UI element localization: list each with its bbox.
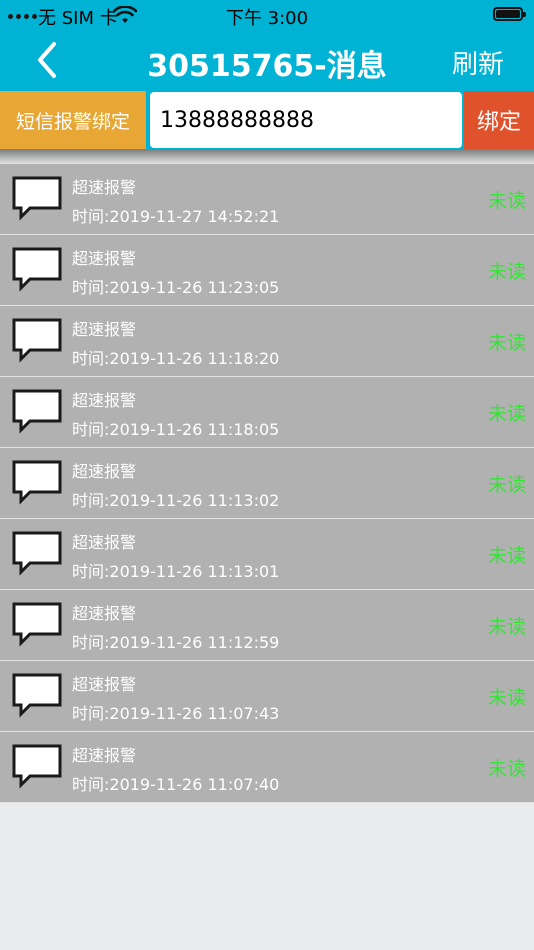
message-type: 超速报警 [72, 249, 137, 268]
message-row[interactable]: 超速报警时间:2019-11-26 11:18:05 未读 [0, 377, 534, 448]
status-time: 下午 3:00 [225, 8, 309, 29]
phone-number-input[interactable] [150, 92, 462, 148]
speech-bubble-icon [12, 673, 62, 718]
read-status-badge: 未读 [487, 687, 526, 709]
message-row[interactable]: 超速报警时间:2019-11-27 14:52:21 未读 [0, 164, 534, 235]
speech-bubble-icon [12, 318, 62, 363]
message-type: 超速报警 [72, 391, 137, 410]
battery-icon [493, 7, 526, 21]
message-type: 超速报警 [72, 462, 137, 481]
speech-bubble-icon [12, 176, 62, 221]
message-time: 时间:2019-11-26 11:13:02 [72, 491, 280, 510]
message-list: 超速报警 时间:2019-11-27 14:52:21 未读 超速报警 时间:2019-… [0, 164, 534, 803]
speech-bubble-icon [12, 744, 62, 789]
sms-bind-bar: 短信报警绑定 绑定 [0, 91, 534, 149]
message-type: 超速报警 [72, 178, 137, 197]
message-time: 时间:2019-11-26 11:18:05 [72, 420, 280, 439]
message-row[interactable]: 超速报警时间:2019-11-26 11:13:01 未读 [0, 519, 534, 590]
message-row[interactable]: 超速报警时间:2019-11-26 11:12:59 未读 [0, 590, 534, 661]
read-status-badge: 未读 [487, 545, 526, 567]
message-type: 超速报警 [72, 675, 137, 694]
message-row[interactable]: 超速报警时间:2019-11-26 11:07:43 未读 [0, 661, 534, 732]
message-type: 超速报警 [72, 604, 137, 623]
speech-bubble-icon [12, 460, 62, 505]
read-status-badge: 未读 [487, 261, 526, 283]
speech-bubble-icon [12, 531, 62, 576]
read-status-badge: 未读 [487, 190, 526, 212]
read-status-badge: 未读 [487, 474, 526, 496]
message-time: 时间:2019-11-26 11:07:40 [72, 775, 280, 794]
read-status-badge: 未读 [487, 758, 526, 780]
message-type: 超速报警 [72, 746, 137, 765]
speech-bubble-icon [12, 602, 62, 647]
sms-bind-label: 短信报警绑定 [0, 91, 146, 149]
message-time: 时间:2019-11-26 11:18:20 [72, 349, 280, 368]
message-time: 时间:2019-11-26 11:12:59 [72, 633, 280, 652]
message-time: 时间:2019-11-26 11:23:05 [72, 278, 280, 297]
message-type: 超速报警 [72, 533, 137, 552]
message-time: 时间:2019-11-26 11:07:43 [72, 704, 280, 723]
message-time: 时间:2019-11-27 14:52:21 [72, 207, 280, 226]
message-type: 超速报警 [72, 320, 137, 339]
message-row[interactable]: 超速报警时间:2019-11-26 11:23:05 未读 [0, 235, 534, 306]
message-time: 时间:2019-11-26 11:13:01 [72, 562, 280, 581]
refresh-button[interactable]: 刷新 [452, 44, 504, 81]
status-bar: 无 SIM 卡 下午 3:00 [0, 0, 534, 30]
speech-bubble-icon [12, 247, 62, 292]
bind-button[interactable]: 绑定 [464, 91, 534, 149]
read-status-badge: 未读 [487, 403, 526, 425]
speech-bubble-icon [12, 389, 62, 434]
read-status-badge: 未读 [487, 332, 526, 354]
nav-bar: 30515765-消息 刷新 [0, 30, 534, 91]
header-shadow [0, 149, 534, 165]
message-row[interactable]: 超速报警时间:2019-11-26 11:13:02 未读 [0, 448, 534, 519]
message-row[interactable]: 超速报警时间:2019-11-26 11:07:40 未读 [0, 732, 534, 803]
read-status-badge: 未读 [487, 616, 526, 638]
message-row[interactable]: 超速报警时间:2019-11-26 11:18:20 未读 [0, 306, 534, 377]
